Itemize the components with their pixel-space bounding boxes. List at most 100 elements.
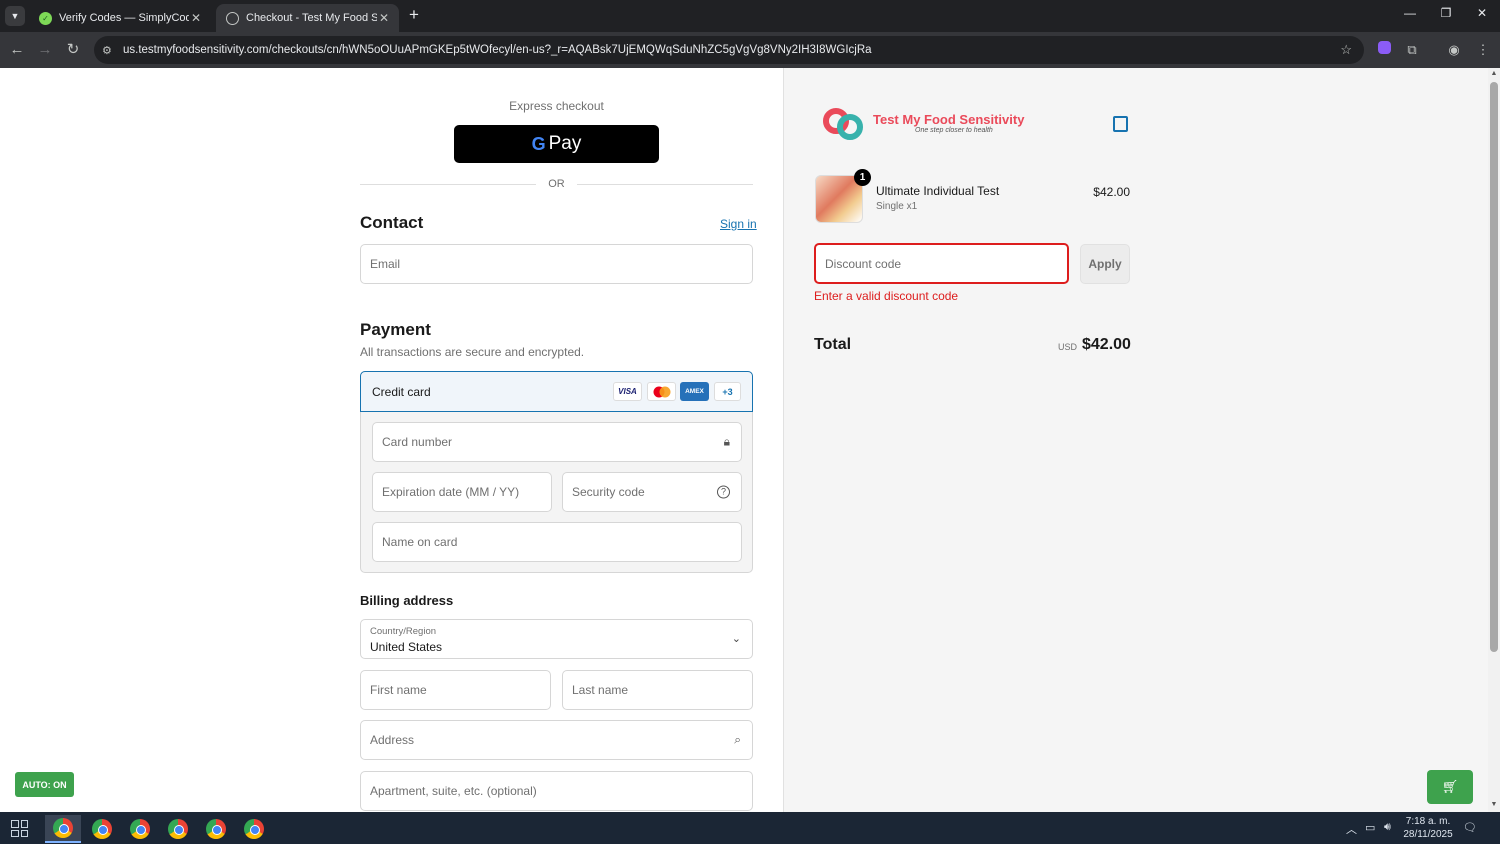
new-tab-icon[interactable]: +	[405, 5, 423, 25]
product-name: Ultimate Individual Test	[876, 184, 1000, 198]
clock-time: 7:18 a. m.	[1405, 816, 1451, 827]
apply-button[interactable]: Apply	[1080, 244, 1130, 284]
tab-search-icon[interactable]: ▼	[5, 6, 25, 26]
browser-menu-icon[interactable]: ⋮	[1474, 41, 1492, 59]
address-field[interactable]: Address ⌕	[360, 720, 753, 760]
discount-error-message: Enter a valid discount code	[814, 289, 959, 303]
discount-code-field[interactable]: Discount code	[814, 243, 1069, 284]
apartment-field[interactable]: Apartment, suite, etc. (optional)	[360, 771, 753, 811]
reload-icon[interactable]: ↻	[63, 40, 83, 60]
help-icon[interactable]: ?	[717, 485, 730, 499]
chrome-icon	[53, 818, 73, 838]
chevron-down-icon: ⌄	[731, 633, 741, 645]
security-code-placeholder: Security code	[572, 485, 645, 499]
more-cards-badge: +3	[714, 382, 741, 401]
product-price: $42.00	[1093, 185, 1130, 199]
chrome-icon	[244, 819, 264, 839]
url-text: us.testmyfoodsensitivity.com/checkouts/c…	[123, 44, 872, 56]
shopping-bag-icon[interactable]	[1113, 116, 1128, 132]
simplycodes-favicon-icon: ✓	[39, 11, 52, 25]
close-tab-icon[interactable]: ✕	[377, 11, 391, 25]
address-bar[interactable]: ⚙ us.testmyfoodsensitivity.com/checkouts…	[94, 36, 1364, 64]
tab-title: Checkout - Test My Food Sensitivity	[246, 12, 377, 24]
email-field[interactable]: Email	[360, 244, 753, 284]
close-window-icon[interactable]: ✕	[1472, 6, 1492, 20]
page-scrollbar[interactable]: ▲ ▼	[1488, 68, 1500, 812]
country-label: Country/Region	[370, 626, 437, 637]
restore-icon[interactable]: ❐	[1436, 6, 1456, 20]
payment-heading: Payment	[360, 320, 431, 339]
scroll-up-icon[interactable]: ▲	[1490, 70, 1498, 77]
checkout-form-column: Express checkout G Pay OR Contact Sign i…	[0, 68, 783, 812]
checkout-page: Express checkout G Pay OR Contact Sign i…	[0, 68, 1488, 812]
globe-favicon-icon	[226, 11, 239, 25]
chrome-icon	[92, 819, 112, 839]
country-value: United States	[370, 640, 443, 654]
payment-method-box: Credit card VISA AMEX +3 Card number 🔒︎ …	[360, 371, 753, 573]
forward-icon[interactable]: →	[35, 40, 55, 60]
or-label: OR	[548, 178, 565, 190]
address-placeholder: Address	[370, 733, 415, 747]
volume-icon[interactable]: 🔊︎	[1384, 821, 1391, 834]
profile-icon[interactable]: ◉	[1445, 41, 1463, 59]
name-on-card-field[interactable]: Name on card	[372, 522, 742, 562]
cart-icon[interactable]: 🛒︎	[1427, 770, 1473, 804]
card-number-field[interactable]: Card number 🔒︎	[372, 422, 742, 462]
site-info-icon[interactable]: ⚙	[102, 44, 122, 57]
gpay-label: Pay	[548, 133, 582, 154]
back-icon[interactable]: ←	[7, 40, 27, 60]
billing-address-heading: Billing address	[360, 593, 454, 608]
last-name-placeholder: Last name	[572, 683, 629, 697]
last-name-field[interactable]: Last name	[562, 670, 753, 710]
browser-toolbar: ← → ↻ ⚙ us.testmyfoodsensitivity.com/che…	[0, 32, 1500, 68]
email-placeholder: Email	[370, 257, 401, 271]
total-label: Total	[814, 336, 852, 353]
taskbar-chrome-app[interactable]	[198, 815, 234, 843]
brand-name: Test My Food Sensitivity	[873, 112, 1025, 127]
taskbar-chrome-app[interactable]	[160, 815, 196, 843]
start-menu-icon[interactable]	[11, 820, 28, 837]
close-tab-icon[interactable]: ✕	[189, 11, 203, 25]
visa-icon: VISA	[613, 382, 642, 401]
discount-placeholder: Discount code	[825, 256, 902, 271]
credit-card-label: Credit card	[372, 385, 431, 399]
store-logo[interactable]: Test My Food Sensitivity One step closer…	[819, 98, 1024, 148]
brand-tagline: One step closer to health	[915, 127, 993, 134]
network-icon[interactable]: ▭	[1365, 821, 1375, 834]
expiration-placeholder: Expiration date (MM / YY)	[382, 485, 520, 499]
credit-card-option[interactable]: Credit card VISA AMEX +3	[360, 371, 753, 412]
tab-checkout[interactable]: Checkout - Test My Food Sensitivity ✕	[216, 4, 399, 32]
country-select[interactable]: Country/Region United States ⌄	[360, 619, 753, 659]
first-name-field[interactable]: First name	[360, 670, 551, 710]
apartment-placeholder: Apartment, suite, etc. (optional)	[370, 784, 537, 798]
product-variant: Single x1	[876, 201, 918, 212]
windows-taskbar: ︿ ▭ 🔊︎ 7:18 a. m. 28/11/2025 🗨︎	[0, 812, 1500, 844]
security-code-field[interactable]: Security code ?	[562, 472, 742, 512]
taskbar-chrome-app[interactable]	[84, 815, 120, 843]
extensions-puzzle-icon[interactable]: ⧉	[1403, 41, 1421, 59]
name-on-card-placeholder: Name on card	[382, 535, 458, 549]
google-pay-button[interactable]: G Pay	[454, 125, 659, 163]
expiration-date-field[interactable]: Expiration date (MM / YY)	[372, 472, 552, 512]
amex-icon: AMEX	[680, 382, 709, 401]
clock-date: 28/11/2025	[1403, 829, 1453, 840]
scroll-down-icon[interactable]: ▼	[1490, 801, 1498, 808]
notifications-icon[interactable]: 🗨︎	[1463, 821, 1477, 834]
extension-purple-icon[interactable]	[1375, 41, 1393, 59]
tray-chevron-up-icon[interactable]: ︿	[1346, 821, 1357, 837]
scrollbar-thumb[interactable]	[1490, 82, 1498, 652]
or-divider: OR	[360, 178, 753, 190]
tab-verify-codes[interactable]: ✓ Verify Codes — SimplyCodes ✕	[29, 4, 211, 32]
taskbar-chrome-app[interactable]	[45, 815, 81, 843]
auto-on-badge[interactable]: AUTO: ON	[15, 772, 74, 797]
contact-heading: Contact	[360, 213, 424, 232]
logo-mark-icon	[819, 98, 869, 148]
taskbar-chrome-app[interactable]	[122, 815, 158, 843]
minimize-icon[interactable]: —	[1400, 6, 1420, 20]
bookmark-star-icon[interactable]: ☆	[1340, 42, 1352, 58]
sign-in-link[interactable]: Sign in	[720, 217, 757, 231]
taskbar-chrome-app[interactable]	[236, 815, 272, 843]
taskbar-clock[interactable]: 7:18 a. m. 28/11/2025	[1400, 815, 1456, 841]
google-g-icon: G	[531, 133, 546, 154]
quantity-badge: 1	[854, 169, 871, 186]
